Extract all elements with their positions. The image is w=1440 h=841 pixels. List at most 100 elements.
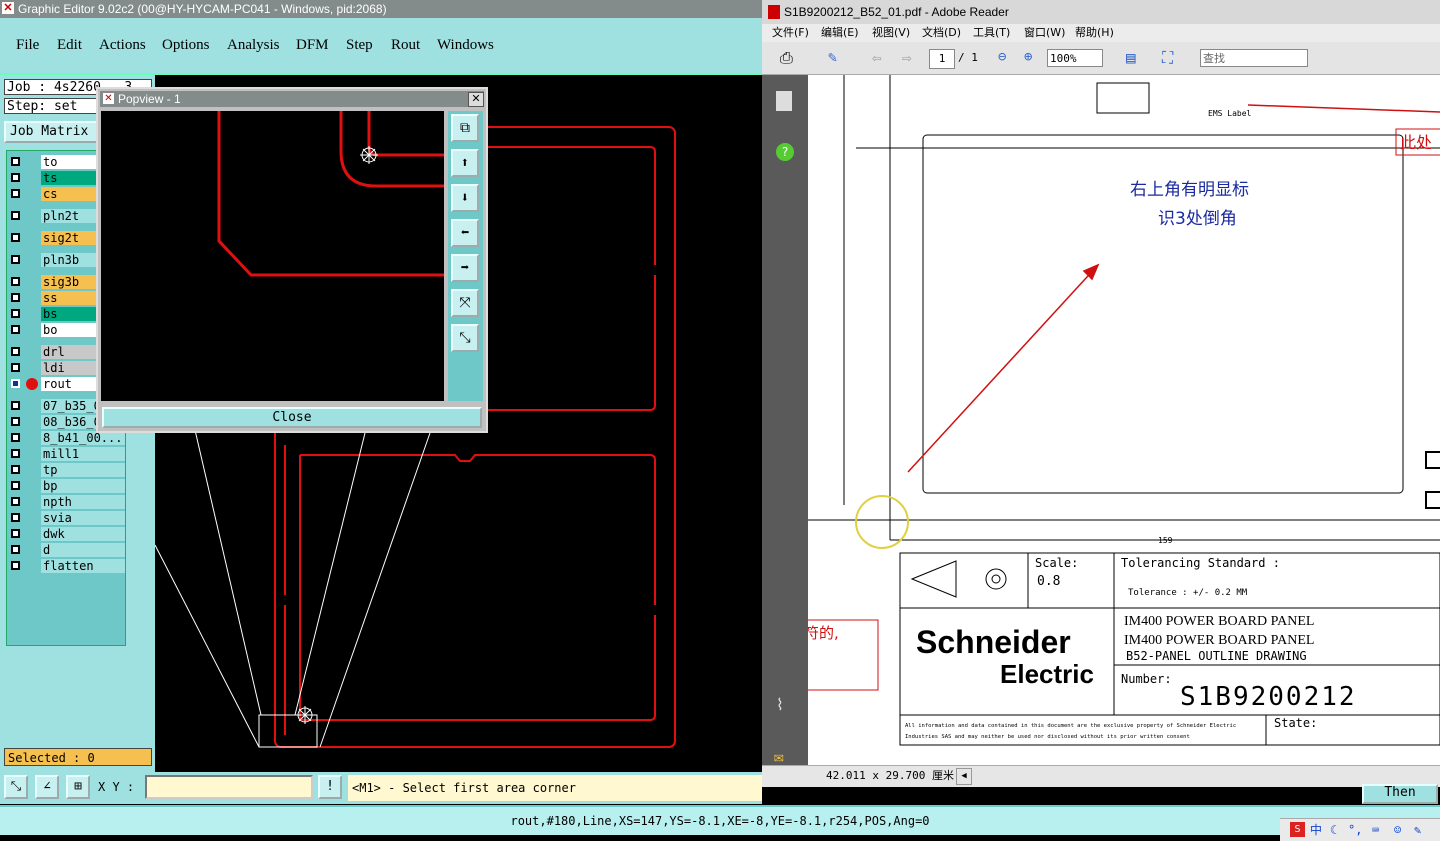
layer-row-mill1[interactable]: mill1 [7,447,125,462]
layer-checkbox[interactable] [11,363,20,372]
fit-width-icon[interactable]: ⛶ [1162,48,1173,68]
menu-document[interactable]: 文档(D) [922,24,961,42]
pan-left-icon[interactable]: ⬅ [451,219,479,247]
pan-right-icon[interactable]: ➡ [451,254,479,282]
layer-row-d[interactable]: d [7,543,125,558]
menu-tools[interactable]: 工具(T) [973,24,1010,42]
disclaimer-line1: All information and data contained in th… [905,723,1236,729]
layer-checkbox[interactable] [11,211,20,220]
layer-checkbox[interactable] [11,529,20,538]
menu-window[interactable]: 窗口(W) [1024,24,1065,42]
zoom-select[interactable]: 100% [1047,49,1103,67]
layer-checkbox[interactable] [11,157,20,166]
layer-checkbox[interactable] [11,173,20,182]
layer-checkbox[interactable] [11,497,20,506]
layer-name: tp [41,463,125,477]
pan-down-icon[interactable]: ⬇ [451,184,479,212]
menu-edit[interactable]: 编辑(E) [821,24,859,42]
exclamation-icon[interactable]: ! [318,775,342,799]
popview-window[interactable]: ✕ Popview - 1 ✕ ⧉ ⬆ ⬇ ⬅ ➡ ⤧ ⤡ Close [96,87,488,433]
layer-checkbox[interactable] [11,417,20,426]
menu-file[interactable]: File [16,37,39,54]
popview-close-button[interactable]: Close [102,407,482,428]
xy-input[interactable] [145,775,313,799]
ime-logo-icon[interactable]: S [1290,822,1305,837]
layer-row-npth[interactable]: npth [7,495,125,510]
layer-checkbox[interactable] [11,293,20,302]
layer-checkbox[interactable] [11,513,20,522]
tools-icon[interactable]: ✎ [1414,819,1421,841]
menu-view[interactable]: 视图(V) [872,24,910,42]
graphic-editor-titlebar[interactable]: ✕ Graphic Editor 9.02c2 (00@HY-HYCAM-PC0… [0,0,762,18]
punctuation-icon[interactable]: °, [1348,819,1362,841]
layer-row-svia[interactable]: svia [7,511,125,526]
layer-checkbox[interactable] [11,433,20,442]
moon-icon[interactable]: ☾ [1330,819,1337,841]
then-button[interactable]: Then [1362,784,1438,804]
layer-checkbox[interactable] [11,255,20,264]
layer-row-flatten[interactable]: flatten [7,559,125,574]
zoom-out-icon[interactable]: ⊖ [998,49,1006,65]
menu-help[interactable]: 帮助(H) [1075,24,1114,42]
edit-icon[interactable]: ✎ [828,48,837,66]
pages-icon[interactable] [776,91,792,111]
zoom-out-icon[interactable]: ⤡ [451,324,479,352]
scroll-left-icon[interactable]: ◀ [956,768,972,785]
layer-checkbox[interactable] [11,401,20,410]
attachment-icon[interactable]: ⌇ [776,695,784,714]
number-label: Number: [1121,672,1172,686]
fit-page-icon[interactable]: ▤ [1126,48,1136,67]
search-input[interactable]: 查找 [1200,49,1308,67]
help-icon[interactable]: ? [776,143,794,161]
layer-name: flatten [41,559,125,573]
layer-checkbox[interactable] [11,465,20,474]
menu-actions[interactable]: Actions [99,37,146,54]
layer-checkbox[interactable] [11,545,20,554]
prev-page-icon[interactable]: ⇦ [872,48,882,67]
page-size: 42.011 x 29.700 厘米 [826,769,954,782]
pan-up-icon[interactable]: ⬆ [451,149,479,177]
layer-row-dwk[interactable]: dwk [7,527,125,542]
menu-rout[interactable]: Rout [391,37,420,54]
comments-icon[interactable]: ✉ [774,747,784,766]
close-icon[interactable]: ✕ [468,92,484,107]
layer-checkbox[interactable] [11,325,20,334]
menu-step[interactable]: Step [346,37,373,54]
measure-icon[interactable]: ∠ [35,775,59,799]
layer-row-tp[interactable]: tp [7,463,125,478]
layer-checkbox[interactable] [11,189,20,198]
user-icon[interactable]: ☺ [1394,819,1401,841]
layer-checkbox[interactable] [11,233,20,242]
menu-analysis[interactable]: Analysis [227,37,280,54]
popview-canvas[interactable] [101,111,444,401]
layer-checkbox[interactable] [11,481,20,490]
zoom-fit-icon[interactable]: ⧉ [451,114,479,142]
pdf-page[interactable]: EMS Label 此处 右上角有明显标 识3处倒角 符的, 159 Scale… [808,75,1440,765]
menu-edit[interactable]: Edit [57,37,82,54]
ime-mode[interactable]: 中 [1310,819,1322,841]
layer-checkbox[interactable] [11,379,20,388]
reader-menubar: 文件(F) 编辑(E) 视图(V) 文档(D) 工具(T) 窗口(W) 帮助(H… [762,24,1440,42]
zoom-in-icon[interactable]: ⊕ [1024,49,1032,65]
layer-checkbox[interactable] [11,309,20,318]
grid-icon[interactable]: ⊞ [66,775,90,799]
print-icon[interactable]: ⎙ [780,48,793,68]
keyboard-icon[interactable]: ⌨ [1372,819,1379,841]
menu-dfm[interactable]: DFM [296,37,329,54]
layer-checkbox[interactable] [11,449,20,458]
layer-row-bp[interactable]: bp [7,479,125,494]
layer-checkbox[interactable] [11,561,20,570]
reader-titlebar[interactable]: S1B9200212_B52_01.pdf - Adobe Reader [762,0,1440,25]
menu-windows[interactable]: Windows [437,37,494,54]
popview-title-text: Popview - 1 [118,92,181,106]
layer-checkbox[interactable] [11,277,20,286]
menu-file[interactable]: 文件(F) [772,24,809,42]
layer-row-8b4100[interactable]: 8_b41_00... [7,431,125,446]
snap-icon[interactable]: ⤡ [4,775,28,799]
zoom-in-icon[interactable]: ⤧ [451,289,479,317]
next-page-icon[interactable]: ⇨ [902,48,912,67]
layer-checkbox[interactable] [11,347,20,356]
popview-titlebar[interactable]: ✕ Popview - 1 ✕ [100,91,484,107]
page-number-input[interactable]: 1 [929,49,955,69]
menu-options[interactable]: Options [162,37,210,54]
